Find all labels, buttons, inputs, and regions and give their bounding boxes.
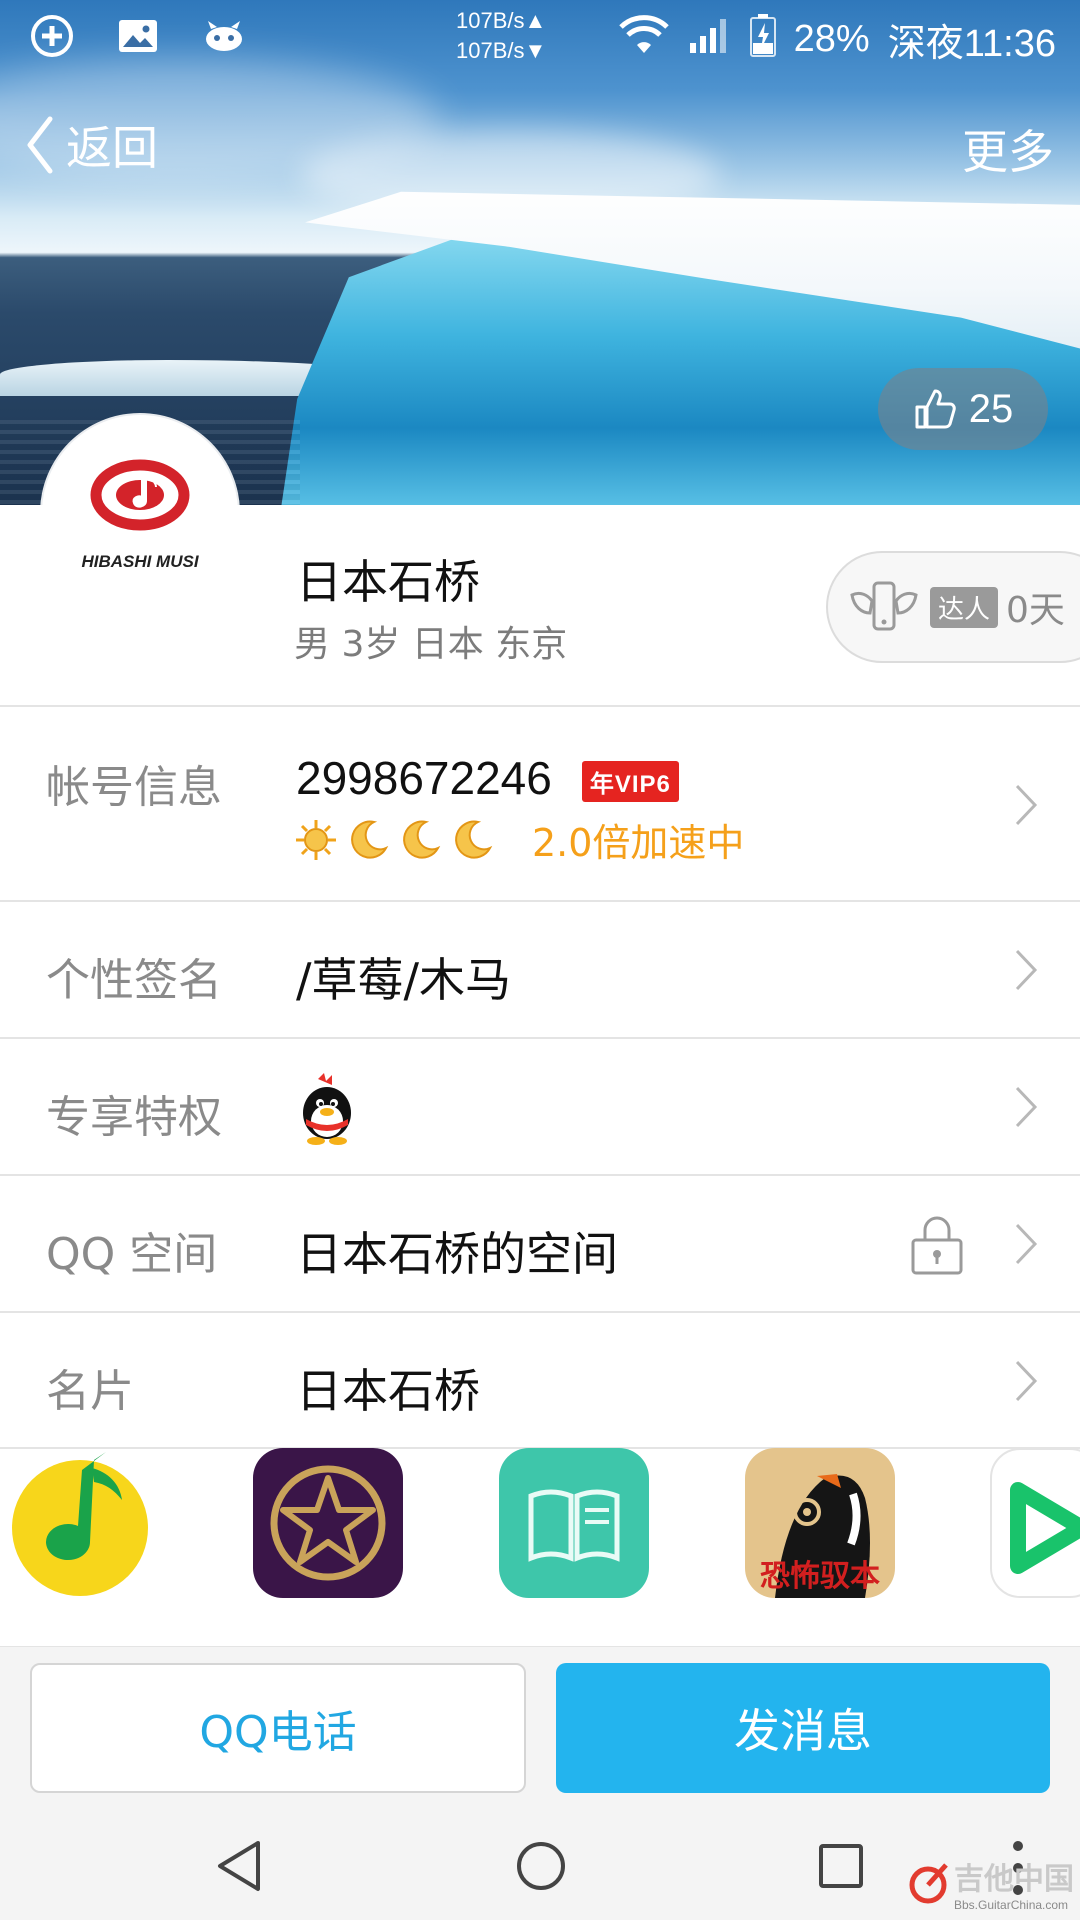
- battery-icon: [749, 13, 776, 67]
- chevron-left-icon: [27, 116, 53, 174]
- avatar-logo-text: HIBASHI MUSI: [81, 552, 199, 571]
- sun-icon: [296, 819, 336, 860]
- winged-phone-icon: [850, 581, 918, 631]
- video-play-icon[interactable]: [990, 1448, 1080, 1598]
- more-button[interactable]: 更多: [962, 116, 1054, 182]
- qq-reading-icon[interactable]: [499, 1448, 649, 1598]
- chevron-right-icon: [1015, 1360, 1038, 1402]
- card-row[interactable]: 名片 日本石桥: [0, 1311, 1080, 1449]
- qzone-label: QQ 空间: [46, 1229, 218, 1280]
- battery-level: 28%: [793, 18, 870, 60]
- vip-badge: 年VIP6: [581, 761, 679, 803]
- card-value: 日本石桥: [296, 1364, 480, 1418]
- chevron-right-icon: [1015, 784, 1038, 826]
- qzone-value: 日本石桥的空间: [296, 1227, 618, 1281]
- daren-label: 达人: [930, 586, 999, 628]
- back-label: 返回: [66, 121, 158, 175]
- qq-number: 2998672246 年VIP6: [296, 751, 679, 805]
- network-speed: 107B/s▲ 107B/s▼: [456, 8, 547, 63]
- qq-call-button[interactable]: QQ电话: [30, 1663, 526, 1793]
- qzone-row[interactable]: QQ 空间 日本石桥的空间: [0, 1174, 1080, 1312]
- speed-status: 2.0倍加速中: [532, 821, 745, 865]
- robot-icon: [200, 14, 248, 58]
- watermark-url: Bbs.GuitarChina.com: [954, 1898, 1069, 1912]
- signature-row[interactable]: 个性签名 /草莓/木马: [0, 900, 1080, 1038]
- chevron-right-icon: [1015, 949, 1038, 991]
- recents-square-icon[interactable]: [816, 1838, 866, 1894]
- avatar[interactable]: HIBASHI MUSI: [42, 415, 238, 611]
- like-button[interactable]: 25: [878, 368, 1048, 450]
- moon-icon: [455, 820, 493, 859]
- signature-value: /草莓/木马: [296, 953, 511, 1007]
- moon-icon: [403, 820, 441, 859]
- chevron-right-icon: [1015, 1223, 1038, 1265]
- back-button[interactable]: 返回: [24, 112, 158, 178]
- account-info-row[interactable]: 帐号信息 2998672246 年VIP6: [0, 705, 1080, 901]
- image-icon: [114, 14, 162, 58]
- wifi-icon: [618, 14, 670, 65]
- qq-star-icon[interactable]: [253, 1448, 403, 1598]
- status-bar: 107B/s▲ 107B/s▼ 28% 深夜11:36: [0, 0, 1080, 72]
- profile-meta: 男 3岁 日本 东京: [294, 624, 568, 665]
- clock: 深夜11:36: [887, 23, 1056, 65]
- action-bar: QQ电话 发消息: [0, 1646, 1080, 1816]
- horror-game-icon[interactable]: 恐怖驭本: [745, 1448, 895, 1598]
- qq-music-icon[interactable]: [10, 1448, 150, 1598]
- moon-icon: [351, 820, 389, 859]
- guitar-logo-icon: [909, 1863, 948, 1904]
- privilege-row[interactable]: 专享特权: [0, 1037, 1080, 1175]
- watermark-title: 吉他中国: [954, 1862, 1074, 1897]
- apps-strip[interactable]: 恐怖驭本: [0, 1448, 1080, 1644]
- watermark: 吉他中国 Bbs.GuitarChina.com: [906, 1854, 1074, 1912]
- horror-game-title: 恐怖驭本: [760, 1559, 880, 1594]
- send-message-button[interactable]: 发消息: [556, 1663, 1050, 1793]
- chevron-right-icon: [1015, 1086, 1038, 1128]
- home-circle-icon[interactable]: [514, 1838, 568, 1894]
- profile-name: 日本石桥: [296, 555, 480, 609]
- system-nav-bar: 吉他中国 Bbs.GuitarChina.com: [0, 1816, 1080, 1920]
- daren-badge[interactable]: 达人 0天: [826, 551, 1080, 663]
- privilege-label: 专享特权: [46, 1092, 222, 1143]
- qq-penguin-icon: [303, 1073, 351, 1145]
- signal-icon: [688, 15, 732, 65]
- thumbs-up-icon: [915, 389, 956, 429]
- signature-label: 个性签名: [46, 955, 222, 1006]
- card-label: 名片: [46, 1366, 134, 1417]
- back-triangle-icon[interactable]: [214, 1838, 264, 1894]
- add-circle-icon: [28, 14, 76, 58]
- account-info-label: 帐号信息: [46, 762, 222, 813]
- lock-icon: [911, 1216, 963, 1275]
- daren-days: 0天: [1006, 590, 1065, 631]
- like-count: 25: [968, 386, 1014, 431]
- qq-level: 2.0倍加速中: [294, 812, 744, 867]
